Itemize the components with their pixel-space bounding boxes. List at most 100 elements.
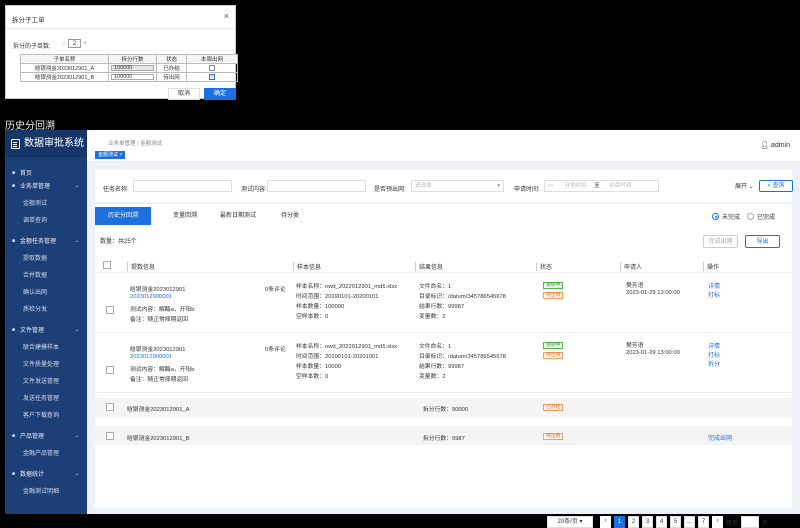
menu-icon: ■ — [11, 432, 16, 439]
pre-out-select[interactable]: 请选择 ▾ — [411, 180, 504, 192]
expand-link[interactable]: 展开 ⌄ — [735, 181, 754, 190]
lines-input[interactable]: 100000 — [111, 65, 154, 71]
record-id[interactable]: 2023012900001 — [130, 354, 172, 360]
sub-status: 待出网 — [156, 72, 187, 82]
sidebar-item[interactable]: 文件发送管理 — [5, 374, 87, 387]
sidebar-item[interactable]: ■ 业务单管理 ⌄ — [5, 179, 87, 192]
split-count-stepper[interactable]: − 2 + — [60, 39, 89, 48]
plus-icon[interactable]: + — [81, 41, 89, 47]
row-checkbox[interactable] — [106, 306, 114, 314]
sidebar-item[interactable]: 文件质量处理 — [5, 357, 87, 370]
test-content-input[interactable] — [267, 180, 366, 192]
sidebar-item[interactable]: 质检分发 — [5, 302, 87, 315]
sidebar-item[interactable]: 调单查询 — [5, 213, 87, 226]
finish-out-link[interactable]: 完成出网 — [708, 433, 732, 442]
status-badge: 待出网 — [543, 433, 564, 440]
col-result-info: 结果信息 — [415, 262, 443, 271]
app-window: 数据审批系统 ■ 首页 ■ 业务单管理 ⌄ 金额测试 调单查询 ■ 金额任务管理 ⌄ 提取数据 合并数… — [5, 130, 800, 528]
sub-name: 晗银测金2023012901_B — [127, 436, 190, 442]
action-link[interactable]: 打标 — [708, 350, 720, 359]
tab-history[interactable]: 历史分回溯 — [95, 207, 151, 225]
empty-count: 空样本数：0 — [296, 374, 329, 380]
sidebar-item[interactable]: ■ 金额任务管理 ⌄ — [5, 234, 87, 247]
pre-out-label: 是否预出网: — [374, 187, 406, 193]
jump-input[interactable] — [741, 516, 760, 528]
weekly-out-checkbox[interactable] — [209, 64, 215, 71]
page-7[interactable]: 7 — [698, 516, 709, 528]
sidebar-item[interactable]: 客户下载查询 — [5, 408, 87, 421]
action-link[interactable]: 详情 — [708, 281, 720, 290]
var-count: 变量数：2 — [419, 374, 446, 380]
action-link[interactable]: 详情 — [708, 341, 720, 350]
tab-latest-date[interactable]: 最新日期测试 — [213, 207, 263, 225]
sidebar-item[interactable]: 金额测试 — [5, 196, 87, 209]
sidebar-item-label: 确认出网 — [23, 290, 48, 296]
sidebar-item[interactable]: 确认出网 — [5, 285, 87, 298]
search-button[interactable]: ⌕ 查询 — [759, 180, 793, 192]
page-size-select[interactable]: 20条/页 ▾ — [547, 516, 593, 528]
lines-input[interactable]: 100000 — [111, 74, 154, 80]
menu-icon: ■ — [11, 237, 16, 244]
apply-time-label: 申请时间: — [514, 187, 540, 193]
row-checkbox[interactable] — [106, 366, 114, 374]
page-1[interactable]: 1 — [614, 516, 625, 528]
close-icon[interactable]: × — [224, 12, 229, 21]
user-menu[interactable]: 👤︎ admin — [760, 141, 790, 149]
radio-incomplete[interactable]: 未完成 — [712, 212, 740, 221]
split-dialog: 拆分子工单 × 拆分的子单数: − 2 + 子单名称 拆分行数 状态 本周出网 … — [5, 5, 238, 100]
tab-variable[interactable]: 变量回溯 — [163, 207, 207, 225]
sidebar-item[interactable]: 合并数据 — [5, 268, 87, 281]
menu-icon: ■ — [11, 326, 16, 333]
split-count-value[interactable]: 2 — [68, 39, 81, 48]
tab-tag-active[interactable]: 金额测试 × — [95, 151, 126, 159]
prev-page-icon[interactable]: ‹ — [600, 516, 611, 528]
action-link[interactable]: 拆分 — [708, 359, 720, 368]
file-count: 文件命名：1 — [419, 344, 452, 350]
row-checkbox[interactable] — [106, 403, 114, 411]
next-page-icon[interactable]: › — [712, 516, 723, 528]
sidebar-item[interactable]: 金融测试明细 — [5, 484, 87, 497]
radio-complete[interactable]: 已完成 — [747, 212, 775, 221]
sidebar-item[interactable]: 提取数据 — [5, 251, 87, 264]
sidebar-item[interactable]: ■ 数据统计 ⌄ — [5, 467, 87, 480]
export-button[interactable]: 导出 — [745, 235, 780, 248]
apply-time: 2023-01-29 13:00:00 — [626, 350, 680, 356]
comment-count[interactable]: 0条评论 — [265, 344, 286, 353]
record-id[interactable]: 2023012900001 — [130, 294, 172, 300]
sidebar-item[interactable]: 发送任务管理 — [5, 391, 87, 404]
date-range-picker[interactable]: ▭ 开始时间 至 结束时间 — [544, 180, 659, 192]
sidebar-item[interactable]: ■ 首页 — [5, 166, 87, 179]
col-extract-info: 提数信息 — [127, 262, 155, 271]
sidebar-item-label: 业务单管理 — [20, 184, 51, 190]
page-2[interactable]: 2 — [628, 516, 639, 528]
confirm-button[interactable]: 确定 — [204, 88, 236, 100]
sidebar-item[interactable]: ■ 文件管理 ⌄ — [5, 323, 87, 336]
app-logo: 数据审批系统 — [5, 130, 87, 157]
comment-count[interactable]: 0条评论 — [265, 284, 286, 293]
sidebar-item[interactable]: 联合建模样本 — [5, 340, 87, 353]
menu-icon: ■ — [11, 169, 16, 176]
sidebar-item-label: 质检分发 — [23, 307, 48, 313]
weekly-out-checkbox[interactable]: ✓ — [209, 73, 215, 80]
row-checkbox[interactable] — [106, 432, 114, 440]
divider — [6, 28, 235, 29]
col-actions: 操作 — [703, 262, 719, 271]
sidebar-item-label: 文件发送管理 — [23, 379, 60, 385]
empty-count: 空样本数：0 — [296, 314, 329, 320]
task-name-input[interactable] — [133, 180, 232, 192]
page-3[interactable]: 3 — [642, 516, 653, 528]
tab-pending[interactable]: 待分类 — [273, 207, 307, 225]
cancel-button[interactable]: 取消 — [168, 88, 200, 100]
action-link[interactable]: 打标 — [708, 290, 720, 299]
result-rows: 结果行数：99987 — [419, 304, 465, 310]
finish-out-button[interactable]: 完成出网 — [703, 235, 738, 248]
document-icon — [11, 138, 20, 149]
page-5[interactable]: 5 — [670, 516, 681, 528]
minus-icon[interactable]: − — [60, 41, 68, 47]
page-4[interactable]: 4 — [656, 516, 667, 528]
sidebar-item[interactable]: 金融产品管理 — [5, 446, 87, 459]
select-all-checkbox[interactable] — [103, 261, 111, 269]
sidebar-item[interactable]: ■ 产品管理 ⌄ — [5, 429, 87, 442]
chevron-down-icon: ⌄ — [74, 326, 79, 333]
page-ellipsis[interactable]: ... — [684, 516, 695, 528]
